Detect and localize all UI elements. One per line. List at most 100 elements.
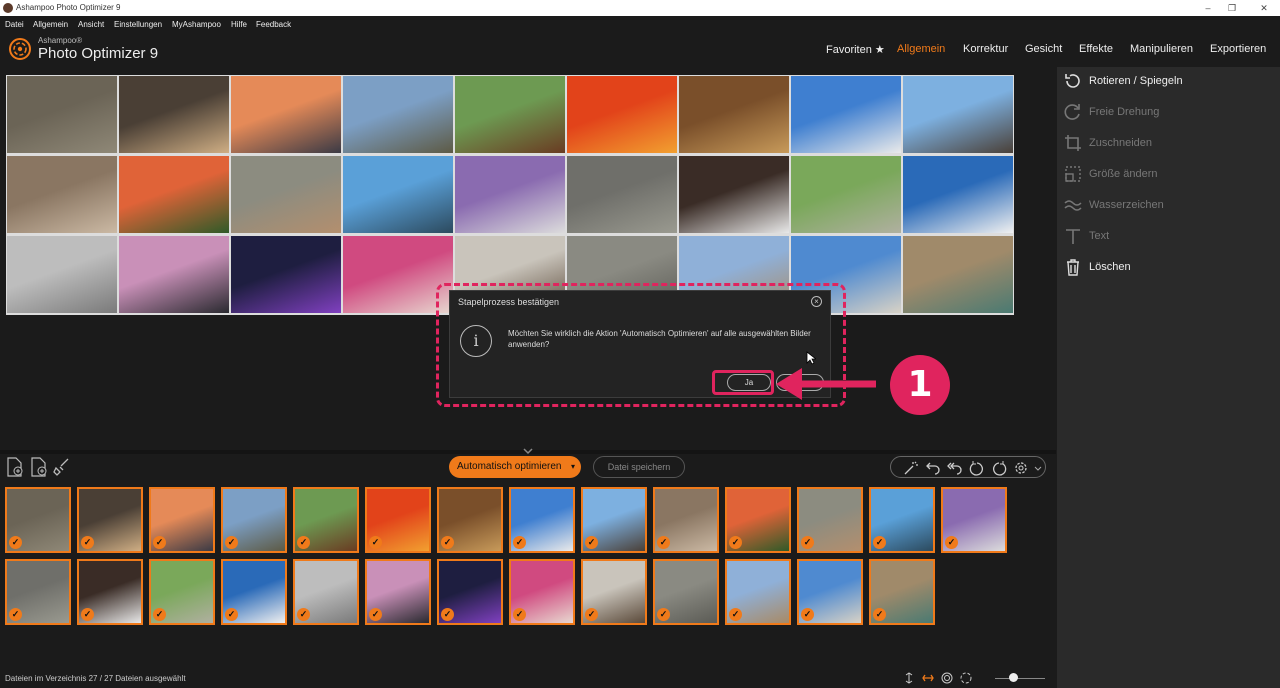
thumbnail-old-street[interactable]: ✓ <box>725 559 791 625</box>
thumbnail-orange-flower[interactable]: ✓ <box>365 487 431 553</box>
photo-tile-red-flowers[interactable] <box>119 156 229 233</box>
menu-hilfe[interactable]: Hilfe <box>231 20 247 29</box>
sidebar-item-free-rotate[interactable]: Freie Drehung <box>1057 98 1280 128</box>
selected-check-icon[interactable]: ✓ <box>369 536 382 549</box>
nav-gesicht[interactable]: Gesicht <box>1025 43 1062 55</box>
photo-tile-heron-roof[interactable] <box>791 76 901 153</box>
thumbnail-old-houses[interactable]: ✓ <box>581 487 647 553</box>
close-icon[interactable]: ✕ <box>1252 0 1276 16</box>
vertical-layout-icon[interactable] <box>903 672 915 684</box>
nav-favoriten[interactable]: Favoriten ★ <box>826 43 885 56</box>
add-folder-icon[interactable] <box>30 457 48 477</box>
selected-check-icon[interactable]: ✓ <box>657 608 670 621</box>
settings-gear-icon[interactable] <box>1013 460 1029 476</box>
selected-check-icon[interactable]: ✓ <box>801 536 814 549</box>
photo-tile-marmot[interactable] <box>231 156 341 233</box>
save-file-button[interactable]: Datei speichern <box>593 456 685 478</box>
sync-icon[interactable] <box>960 672 972 684</box>
sidebar-item-crop[interactable]: Zuschneiden <box>1057 129 1280 159</box>
menu-myashampoo[interactable]: MyAshampoo <box>172 20 221 29</box>
nav-exportieren[interactable]: Exportieren <box>1210 43 1266 55</box>
selected-check-icon[interactable]: ✓ <box>441 608 454 621</box>
sidebar-item-text[interactable]: Text <box>1057 222 1280 252</box>
selected-check-icon[interactable]: ✓ <box>585 608 598 621</box>
sidebar-item-delete[interactable]: Löschen <box>1057 253 1280 283</box>
menu-ansicht[interactable]: Ansicht <box>78 20 104 29</box>
thumbnail-stone-face[interactable]: ✓ <box>653 559 719 625</box>
selected-check-icon[interactable]: ✓ <box>81 608 94 621</box>
photo-tile-horses-street[interactable] <box>679 156 789 233</box>
selected-check-icon[interactable]: ✓ <box>81 536 94 549</box>
selected-check-icon[interactable]: ✓ <box>225 608 238 621</box>
thumbnail-heron-roof[interactable]: ✓ <box>509 487 575 553</box>
photo-tile-sepia-houses[interactable] <box>7 156 117 233</box>
thumbnail-pastries[interactable]: ✓ <box>437 487 503 553</box>
thumbnail-venice-canal[interactable]: ✓ <box>869 559 935 625</box>
menu-datei[interactable]: Datei <box>5 20 24 29</box>
thumbnail-santorini-dome[interactable]: ✓ <box>221 559 287 625</box>
undo-all-icon[interactable] <box>947 460 963 476</box>
thumbnail-horses-street[interactable]: ✓ <box>77 559 143 625</box>
menu-feedback[interactable]: Feedback <box>256 20 291 29</box>
thumbnail-marmot[interactable]: ✓ <box>797 487 863 553</box>
photo-tile-orange-flower[interactable] <box>567 76 677 153</box>
selected-check-icon[interactable]: ✓ <box>9 536 22 549</box>
photo-tile-temple-ruins[interactable] <box>7 76 117 153</box>
zoom-slider-track[interactable] <box>995 678 1045 679</box>
photo-tile-monkeys[interactable] <box>567 156 677 233</box>
selected-check-icon[interactable]: ✓ <box>297 536 310 549</box>
photo-tile-santorini-dome[interactable] <box>903 156 1013 233</box>
photo-tile-horse-fence[interactable] <box>455 76 565 153</box>
rotate-right-icon[interactable] <box>991 460 1007 476</box>
thumbnail-palms-sunset[interactable]: ✓ <box>365 559 431 625</box>
selected-check-icon[interactable]: ✓ <box>369 608 382 621</box>
photo-tile-palms-sunset[interactable] <box>119 236 229 313</box>
selected-check-icon[interactable]: ✓ <box>441 536 454 549</box>
tools-caret-icon[interactable] <box>1033 460 1043 476</box>
rotate-left-icon[interactable] <box>969 460 985 476</box>
selected-check-icon[interactable]: ✓ <box>513 536 526 549</box>
maximize-icon[interactable]: ❐ <box>1220 0 1244 16</box>
photo-tile-sunset-boat[interactable] <box>231 76 341 153</box>
magic-wand-icon[interactable] <box>903 460 919 476</box>
photo-tile-tree-lake[interactable] <box>343 76 453 153</box>
selected-check-icon[interactable]: ✓ <box>225 536 238 549</box>
add-file-icon[interactable] <box>6 457 24 477</box>
sidebar-item-rotate-flip[interactable]: Rotieren / Spiegeln <box>1057 67 1280 97</box>
photo-tile-park-bench[interactable] <box>791 156 901 233</box>
selected-check-icon[interactable]: ✓ <box>153 608 166 621</box>
thumbnail-cat[interactable]: ✓ <box>77 487 143 553</box>
sidebar-item-watermark[interactable]: Wasserzeichen <box>1057 191 1280 221</box>
selected-check-icon[interactable]: ✓ <box>297 608 310 621</box>
clear-brush-icon[interactable] <box>53 457 71 477</box>
thumbnail-monkeys[interactable]: ✓ <box>5 559 71 625</box>
nav-effekte[interactable]: Effekte <box>1079 43 1113 55</box>
menu-allgemein[interactable]: Allgemein <box>33 20 68 29</box>
selected-check-icon[interactable]: ✓ <box>9 608 22 621</box>
photo-tile-cat[interactable] <box>119 76 229 153</box>
thumbnail-colonial-building[interactable]: ✓ <box>293 559 359 625</box>
photo-tile-violets-village[interactable] <box>455 156 565 233</box>
thumbnail-beach-dogs[interactable]: ✓ <box>581 559 647 625</box>
selected-check-icon[interactable]: ✓ <box>153 536 166 549</box>
thumbnail-towers-night[interactable]: ✓ <box>437 559 503 625</box>
selected-check-icon[interactable]: ✓ <box>873 608 886 621</box>
photo-tile-venice-canal[interactable] <box>903 236 1013 313</box>
thumbnail-tree-lake[interactable]: ✓ <box>221 487 287 553</box>
thumbnail-pink-window[interactable]: ✓ <box>509 559 575 625</box>
thumbnail-red-flowers[interactable]: ✓ <box>725 487 791 553</box>
selected-check-icon[interactable]: ✓ <box>585 536 598 549</box>
photo-tile-hallstatt-lake[interactable] <box>343 156 453 233</box>
photo-tile-pastries[interactable] <box>679 76 789 153</box>
selected-check-icon[interactable]: ✓ <box>873 536 886 549</box>
selected-check-icon[interactable]: ✓ <box>729 536 742 549</box>
selected-check-icon[interactable]: ✓ <box>801 608 814 621</box>
selected-check-icon[interactable]: ✓ <box>729 608 742 621</box>
nav-allgemein[interactable]: Allgemein <box>897 43 945 55</box>
collapse-chevron-icon[interactable] <box>522 447 534 455</box>
thumbnail-harbour-view[interactable]: ✓ <box>797 559 863 625</box>
auto-optimize-button[interactable]: Automatisch optimieren ▾ <box>449 456 581 478</box>
thumbnail-park-bench[interactable]: ✓ <box>149 559 215 625</box>
selected-check-icon[interactable]: ✓ <box>945 536 958 549</box>
nav-korrektur[interactable]: Korrektur <box>963 43 1008 55</box>
